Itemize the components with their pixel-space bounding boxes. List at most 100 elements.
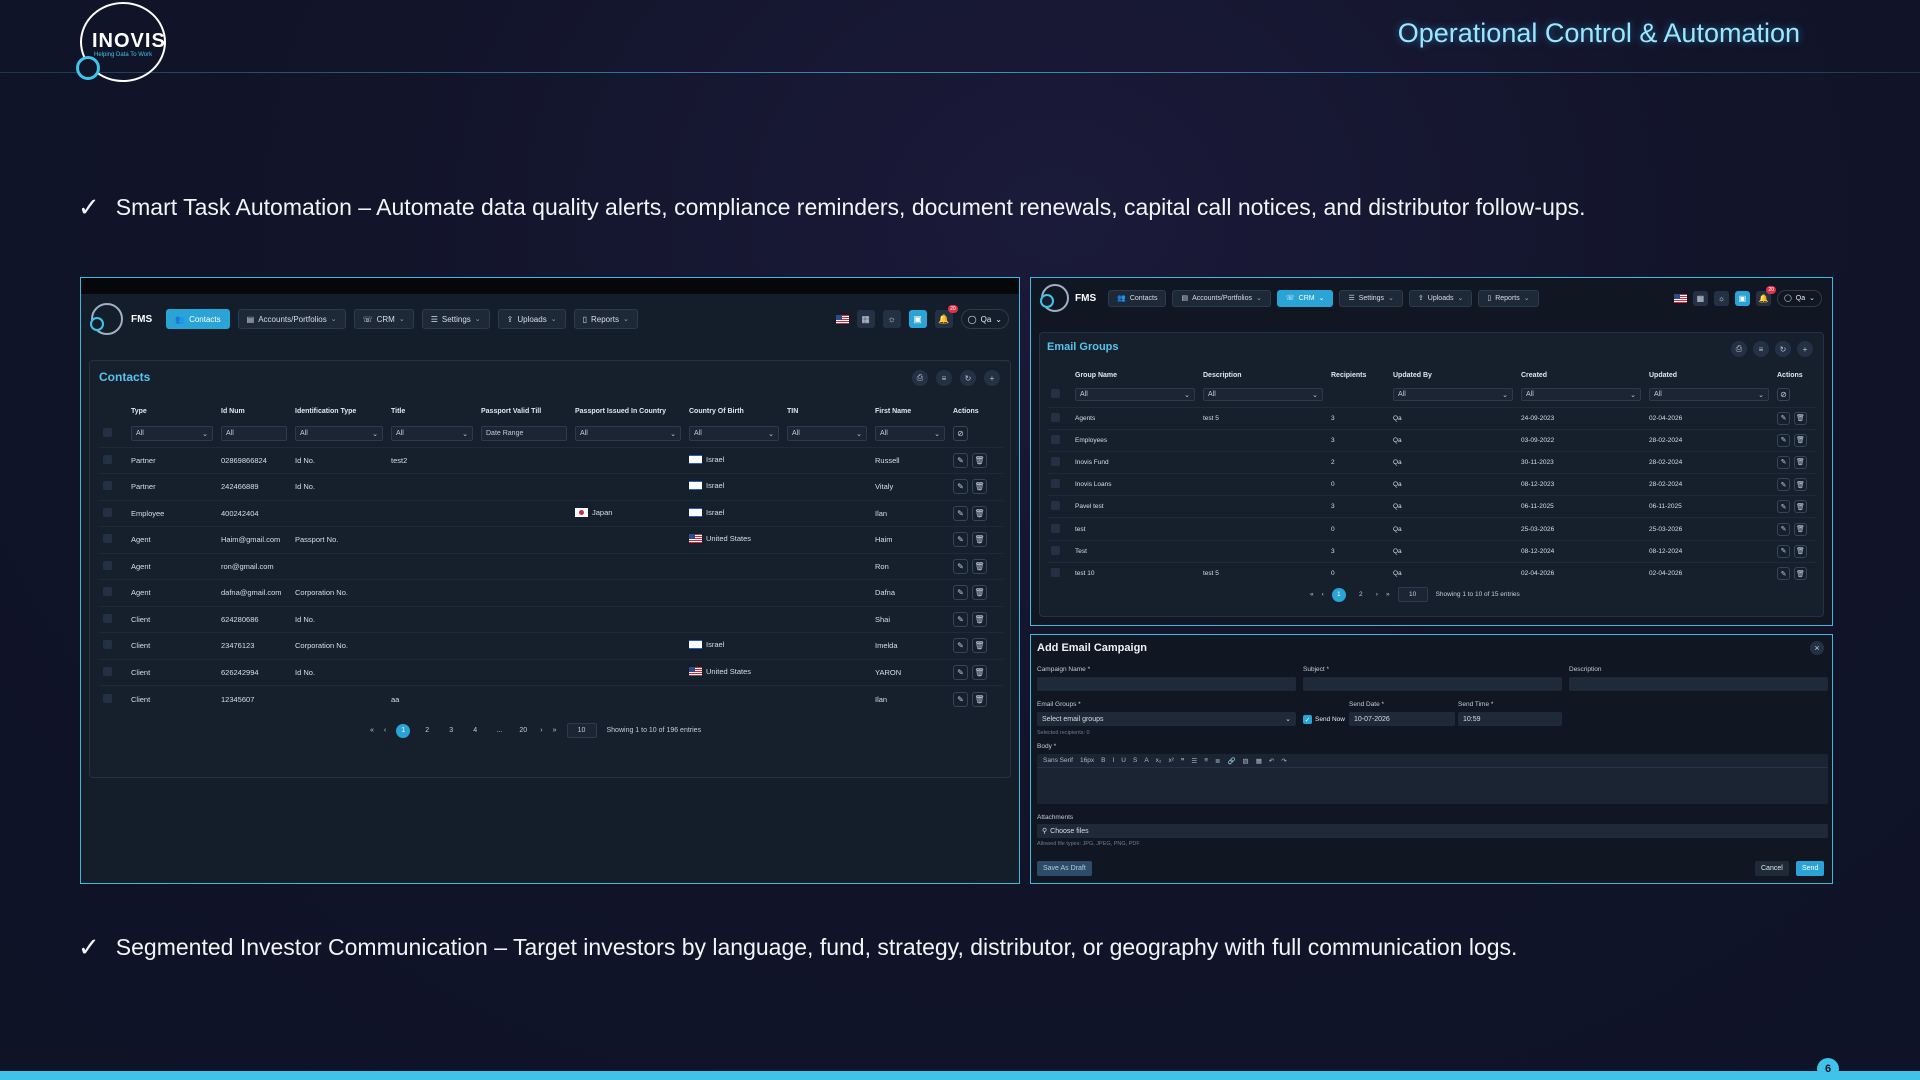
cancel-button[interactable]: Cancel bbox=[1755, 861, 1789, 876]
refresh-icon[interactable]: ↻ bbox=[960, 370, 976, 386]
delete-icon[interactable]: 🗑 bbox=[972, 664, 987, 680]
col-passport-country[interactable]: Passport Issued In Country bbox=[571, 401, 685, 421]
page-4[interactable]: 4 bbox=[468, 724, 482, 738]
numbered-list-icon[interactable]: ≡ bbox=[1204, 757, 1208, 764]
edit-icon[interactable]: ✎ bbox=[1777, 411, 1790, 425]
export-icon[interactable]: ⎙ bbox=[912, 370, 928, 386]
screen-icon[interactable]: ▣ bbox=[1734, 290, 1750, 306]
sun-icon[interactable]: ☼ bbox=[882, 310, 901, 328]
redo-icon[interactable]: ↷ bbox=[1281, 757, 1286, 765]
nav-settings[interactable]: ☰ Settings ⌄ bbox=[421, 309, 490, 329]
page-20[interactable]: 20 bbox=[516, 724, 530, 738]
bold-icon[interactable]: B bbox=[1101, 757, 1105, 764]
col-passport-valid[interactable]: Passport Valid Till bbox=[477, 401, 571, 421]
table-row[interactable]: Agent Haim@gmail.com Passport No. United St… bbox=[99, 526, 1003, 553]
table-row[interactable]: Inovis Loans 0 Qa 08-12-2023 28-02-2024 ✎ 🗑 bbox=[1047, 473, 1817, 496]
save-draft-button[interactable]: Save As Draft bbox=[1037, 861, 1092, 876]
edit-icon[interactable]: ✎ bbox=[1777, 544, 1790, 558]
edit-icon[interactable]: ✎ bbox=[953, 638, 968, 654]
nav-reports[interactable]: ▯ Reports ⌄ bbox=[1478, 289, 1539, 307]
nav-contacts[interactable]: 👥 Contacts bbox=[166, 309, 230, 329]
columns-icon[interactable]: ≡ bbox=[1753, 341, 1769, 357]
col-group-name[interactable]: Group Name bbox=[1071, 367, 1199, 383]
user-menu[interactable]: ◯ Qa ⌄ bbox=[1776, 289, 1822, 307]
col-first-name[interactable]: First Name bbox=[871, 401, 949, 421]
row-checkbox[interactable] bbox=[1051, 434, 1060, 444]
table-row[interactable]: Client 12345607 aa Ilan ✎ 🗑 bbox=[99, 685, 1003, 712]
sun-icon[interactable]: ☼ bbox=[1713, 290, 1729, 306]
superscript-icon[interactable]: x² bbox=[1168, 757, 1173, 764]
refresh-icon[interactable]: ↻ bbox=[1775, 341, 1791, 357]
edit-icon[interactable]: ✎ bbox=[1777, 500, 1790, 514]
delete-icon[interactable]: 🗑 bbox=[972, 479, 987, 495]
delete-icon[interactable]: 🗑 bbox=[972, 505, 987, 521]
row-checkbox[interactable] bbox=[103, 534, 112, 544]
delete-icon[interactable]: 🗑 bbox=[972, 611, 987, 627]
subject-input[interactable] bbox=[1303, 677, 1562, 691]
last-page-icon[interactable]: » bbox=[553, 727, 557, 734]
next-page-icon[interactable]: › bbox=[1376, 591, 1378, 598]
table-row[interactable]: Test 3 Qa 08-12-2024 08-12-2024 ✎ 🗑 bbox=[1047, 539, 1817, 563]
prev-page-icon[interactable]: ‹ bbox=[1322, 591, 1324, 598]
col-updated-by[interactable]: Updated By bbox=[1389, 367, 1517, 383]
underline-icon[interactable]: U bbox=[1121, 757, 1126, 764]
send-button[interactable]: Send bbox=[1796, 861, 1825, 876]
col-description[interactable]: Description bbox=[1199, 367, 1327, 383]
select-all-checkbox[interactable] bbox=[1051, 389, 1060, 399]
table-row[interactable]: Partner 242466889 Id No. Israel Vitaly ✎ 🗑 bbox=[99, 473, 1003, 500]
add-icon[interactable]: + bbox=[984, 370, 1000, 386]
link-icon[interactable]: 🔗 bbox=[1227, 757, 1235, 765]
table-row[interactable]: Employee 400242404 Japan Israel Ilan ✎ 🗑 bbox=[99, 499, 1003, 527]
align-icon[interactable]: ≣ bbox=[1215, 757, 1220, 765]
export-icon[interactable]: ⎙ bbox=[1731, 341, 1747, 357]
edit-icon[interactable]: ✎ bbox=[953, 479, 968, 495]
col-id-num[interactable]: Id Num bbox=[217, 401, 291, 421]
font-size-select[interactable]: 16px bbox=[1080, 757, 1094, 764]
filter-identification-type[interactable]: All ⌄ bbox=[295, 426, 383, 442]
app-logo[interactable] bbox=[1040, 284, 1069, 312]
filter-updated[interactable]: All ⌄ bbox=[1649, 388, 1769, 402]
filter-updated-by[interactable]: All ⌄ bbox=[1393, 388, 1513, 402]
page-2[interactable]: 2 bbox=[1354, 588, 1368, 602]
quote-icon[interactable]: ❞ bbox=[1181, 757, 1185, 765]
delete-icon[interactable]: 🗑 bbox=[1794, 500, 1807, 514]
table-row[interactable]: Client 624280686 Id No. Shai ✎ 🗑 bbox=[99, 605, 1003, 633]
row-checkbox[interactable] bbox=[1051, 456, 1060, 466]
row-checkbox[interactable] bbox=[103, 507, 112, 517]
last-page-icon[interactable]: » bbox=[1386, 591, 1390, 598]
clear-filter-icon[interactable]: ⊘ bbox=[1777, 388, 1790, 402]
table-row[interactable]: Client 626242994 Id No. United States YARON ✎… bbox=[99, 658, 1003, 686]
col-recipients[interactable]: Recipients bbox=[1327, 367, 1389, 383]
bell-icon[interactable]: 🔔 20 bbox=[934, 305, 958, 328]
filter-id-num[interactable]: All bbox=[221, 426, 287, 442]
page-1[interactable]: 1 bbox=[1331, 587, 1346, 602]
edit-icon[interactable]: ✎ bbox=[953, 532, 968, 548]
edit-icon[interactable]: ✎ bbox=[953, 611, 968, 627]
filter-created[interactable]: All ⌄ bbox=[1521, 388, 1641, 402]
row-checkbox[interactable] bbox=[103, 693, 112, 703]
edit-icon[interactable]: ✎ bbox=[953, 664, 968, 680]
text-color-icon[interactable]: A bbox=[1144, 757, 1148, 764]
app-logo[interactable] bbox=[90, 303, 123, 335]
nav-reports[interactable]: ▯ Reports ⌄ bbox=[573, 309, 638, 329]
description-input[interactable] bbox=[1569, 677, 1828, 691]
table-row[interactable]: Partner 02869866824 Id No. test2 Israel Russe… bbox=[99, 446, 1003, 474]
edit-icon[interactable]: ✎ bbox=[1777, 522, 1790, 536]
nav-crm[interactable]: ☏ CRM ⌄ bbox=[353, 309, 414, 329]
screen-icon[interactable]: ▣ bbox=[908, 310, 927, 328]
table-row[interactable]: Employees 3 Qa 03-09-2022 28-02-2024 ✎ 🗑 bbox=[1047, 428, 1817, 452]
send-date-input[interactable]: 10-07-2026 bbox=[1349, 712, 1455, 726]
delete-icon[interactable]: 🗑 bbox=[1794, 411, 1807, 425]
nav-settings[interactable]: ☰ Settings ⌄ bbox=[1339, 289, 1403, 307]
page-1[interactable]: 1 bbox=[396, 723, 411, 738]
row-checkbox[interactable] bbox=[1051, 479, 1060, 489]
strike-icon[interactable]: S bbox=[1133, 757, 1137, 764]
email-groups-select[interactable]: Select email groups ⌄ bbox=[1037, 712, 1296, 726]
col-country-birth[interactable]: Country Of Birth bbox=[685, 401, 783, 421]
col-tin[interactable]: TIN bbox=[783, 401, 871, 421]
bell-icon[interactable]: 🔔 20 bbox=[1755, 285, 1776, 306]
row-checkbox[interactable] bbox=[103, 481, 112, 491]
col-type[interactable]: Type bbox=[127, 401, 217, 421]
row-checkbox[interactable] bbox=[103, 666, 112, 676]
edit-icon[interactable]: ✎ bbox=[1777, 478, 1790, 492]
